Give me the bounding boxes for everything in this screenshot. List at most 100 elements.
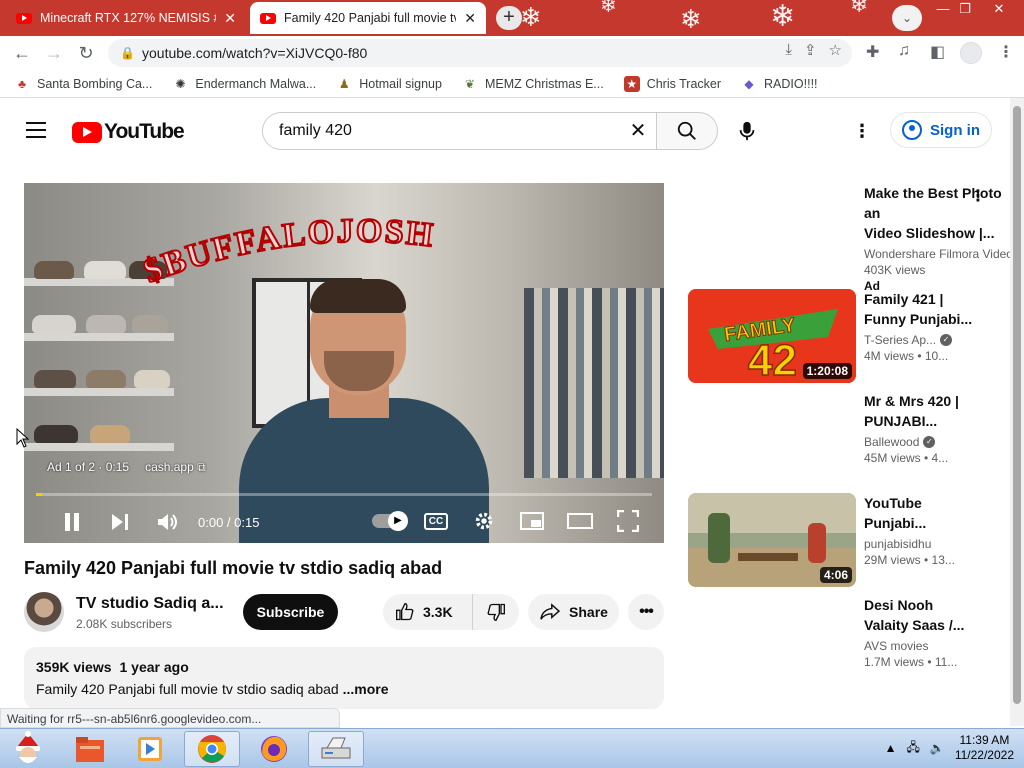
channel-name[interactable]: TV studio Sadiq a... (76, 595, 224, 613)
ad-counter: Ad 1 of 2 · 0:15 (47, 460, 130, 474)
snowflake-decoration: ❄ (520, 2, 542, 32)
bookmark-endermanch[interactable]: ✺ Endermanch Malwa... (172, 76, 316, 92)
like-button[interactable]: 3.3K (383, 594, 473, 630)
youtube-logo[interactable]: YouTube (72, 120, 185, 144)
install-icon[interactable]: ⤓ (785, 41, 792, 59)
bookmark-santa-bombing[interactable]: ♣ Santa Bombing Ca... (14, 76, 152, 92)
clear-search-icon[interactable]: ✕ (626, 119, 650, 143)
shoe (86, 370, 126, 388)
recommendation-title: Desi Nooh Valaity Saas /... (864, 595, 1010, 635)
recommendation-ad[interactable]: Make the Best Photo an Video Slideshow |.… (688, 183, 1010, 293)
network-icon[interactable]: 🖧 (906, 738, 919, 759)
close-window-button[interactable]: ✕ (984, 0, 1014, 18)
profile-avatar[interactable] (960, 42, 982, 64)
upload-age: 1 year ago (119, 659, 189, 675)
page-scrollbar[interactable] (1010, 98, 1024, 726)
start-button[interactable] (0, 731, 56, 767)
description-more-link[interactable]: ...more (343, 681, 389, 697)
bookmark-label: Santa Bombing Ca... (37, 76, 153, 91)
fullscreen-button[interactable] (604, 503, 652, 539)
next-button[interactable] (96, 504, 144, 540)
close-tab-icon[interactable]: ✕ (224, 10, 236, 27)
media-control-icon[interactable]: ♫ (898, 42, 910, 60)
sign-in-button[interactable]: Sign in (890, 112, 992, 148)
description-box[interactable]: 359K views 1 year ago Family 420 Panjabi… (24, 647, 664, 709)
reload-icon[interactable]: ↻ (74, 41, 98, 65)
captions-button[interactable]: CC (412, 503, 460, 539)
recommendation-more-icon[interactable]: ⋮ (970, 186, 986, 206)
recommendation-item[interactable]: Desi Nooh Valaity Saas /... AVS movies 1.… (688, 595, 1010, 691)
volume-button[interactable] (144, 504, 192, 540)
snowflake-decoration: ❄ (600, 0, 617, 17)
tab-minecraft[interactable]: Minecraft RTX 127% NEMISIS #S ✕ (6, 2, 246, 34)
recommendation-meta: 403K views (864, 263, 926, 277)
video-player[interactable]: $BUFFALOJOSH Ad 1 of 2 · 0:15 cash.app ⧉… (24, 183, 664, 543)
tab-title: Family 420 Panjabi full movie tv s (284, 11, 457, 25)
subscribe-button[interactable]: Subscribe (243, 594, 338, 630)
share-button[interactable]: Share (528, 594, 619, 630)
scrollbar-thumb[interactable] (1013, 106, 1021, 704)
side-panel-icon[interactable]: ◧ (930, 42, 945, 62)
shelf (24, 333, 174, 341)
close-tab-icon[interactable]: ✕ (464, 10, 476, 27)
menu-hamburger-icon[interactable] (26, 122, 46, 138)
tab-family-420[interactable]: Family 420 Panjabi full movie tv s ✕ (250, 2, 486, 34)
miniplayer-icon (520, 512, 544, 530)
taskbar-file-explorer[interactable] (62, 731, 118, 767)
address-bar[interactable]: 🔒 youtube.com/watch?v=XiJVCQ0-f80 ⤓ ⇪ ☆ (108, 39, 852, 67)
system-clock[interactable]: 11:39 AM 11/22/2022 (955, 733, 1014, 763)
recommendation-item[interactable]: Mr & Mrs 420 | PUNJABI... Ballewood ✓ 45M … (688, 391, 1010, 487)
recommendation-title: Make the Best Photo an Video Slideshow |.… (864, 183, 1010, 243)
more-actions-button[interactable]: ••• (628, 594, 664, 630)
bookmark-chris-tracker[interactable]: ★ Chris Tracker (623, 75, 721, 92)
search-input[interactable]: family 420 ✕ (262, 112, 656, 150)
bookmark-hotmail-signup[interactable]: ♟ Hotmail signup (336, 76, 442, 92)
bookmark-star-icon[interactable]: ☆ (829, 41, 842, 59)
theater-mode-icon (567, 513, 593, 529)
youtube-favicon-icon (260, 12, 276, 24)
taskbar-media-player[interactable] (122, 731, 178, 767)
taskbar-firefox[interactable] (246, 731, 302, 767)
restore-window-button[interactable]: ❐ (950, 0, 980, 18)
dislike-button[interactable] (473, 594, 519, 630)
share-page-icon[interactable]: ⇪ (804, 41, 817, 59)
voice-search-button[interactable] (728, 112, 766, 150)
new-tab-button[interactable]: + (496, 6, 522, 30)
taskbar-chrome[interactable] (184, 731, 240, 767)
browser-status-bar: Waiting for rr5---sn-ab5l6nr6.googlevide… (0, 708, 340, 728)
fullscreen-icon (617, 510, 639, 532)
video-duration: 1:20:08 (802, 363, 852, 379)
ad-domain-link[interactable]: cash.app ⧉ (145, 460, 206, 475)
ad-domain: cash.app (145, 460, 194, 474)
youtube-favicon-icon (16, 12, 32, 24)
bookmark-label: Endermanch Malwa... (195, 76, 317, 91)
forward-arrow-icon[interactable]: → (42, 41, 66, 65)
bookmark-radio[interactable]: ◆ RADIO!!!! (741, 76, 817, 92)
recommendation-channel: T-Series Ap... ✓ (864, 333, 1010, 347)
tab-search-chevron-icon[interactable]: ⌄ (892, 5, 922, 31)
recommendation-meta: 45M views • 4... (864, 451, 949, 465)
chrome-icon (198, 735, 226, 763)
back-arrow-icon[interactable]: ← (10, 41, 34, 65)
recommendation-item[interactable]: FAMILY 42 1:20:08 Family 421 | Funny Punj… (688, 289, 1010, 385)
clock-time: 11:39 AM (959, 733, 1010, 747)
browser-menu-icon[interactable]: ⋮ (998, 42, 1014, 62)
theater-mode-button[interactable] (556, 503, 604, 539)
miniplayer-button[interactable] (508, 503, 556, 539)
speaker-icon[interactable]: 🔈 (930, 741, 945, 755)
recommendation-item[interactable]: 4:06 YouTube Punjabi... punjabisidhu 29M … (688, 493, 1010, 589)
settings-more-icon[interactable]: ⋮ (850, 120, 874, 144)
search-button[interactable] (656, 112, 718, 150)
show-hidden-icons-chevron-icon[interactable]: ▲ (885, 741, 897, 755)
settings-button[interactable] (460, 503, 508, 539)
progress-bar[interactable] (36, 493, 652, 496)
channel-avatar[interactable] (24, 592, 64, 632)
bookmark-memz-christmas[interactable]: ❦ MEMZ Christmas E... (462, 76, 604, 92)
recommendation-channel: Wondershare Filmora Video (864, 247, 1010, 261)
pause-button[interactable] (48, 504, 96, 540)
title-line: Funny Punjabi... (864, 311, 973, 327)
star-icon: ★ (623, 75, 640, 92)
extensions-puzzle-icon[interactable]: ✚ (866, 42, 879, 62)
autoplay-toggle[interactable] (364, 503, 412, 539)
taskbar-scanner-app[interactable] (308, 731, 364, 767)
